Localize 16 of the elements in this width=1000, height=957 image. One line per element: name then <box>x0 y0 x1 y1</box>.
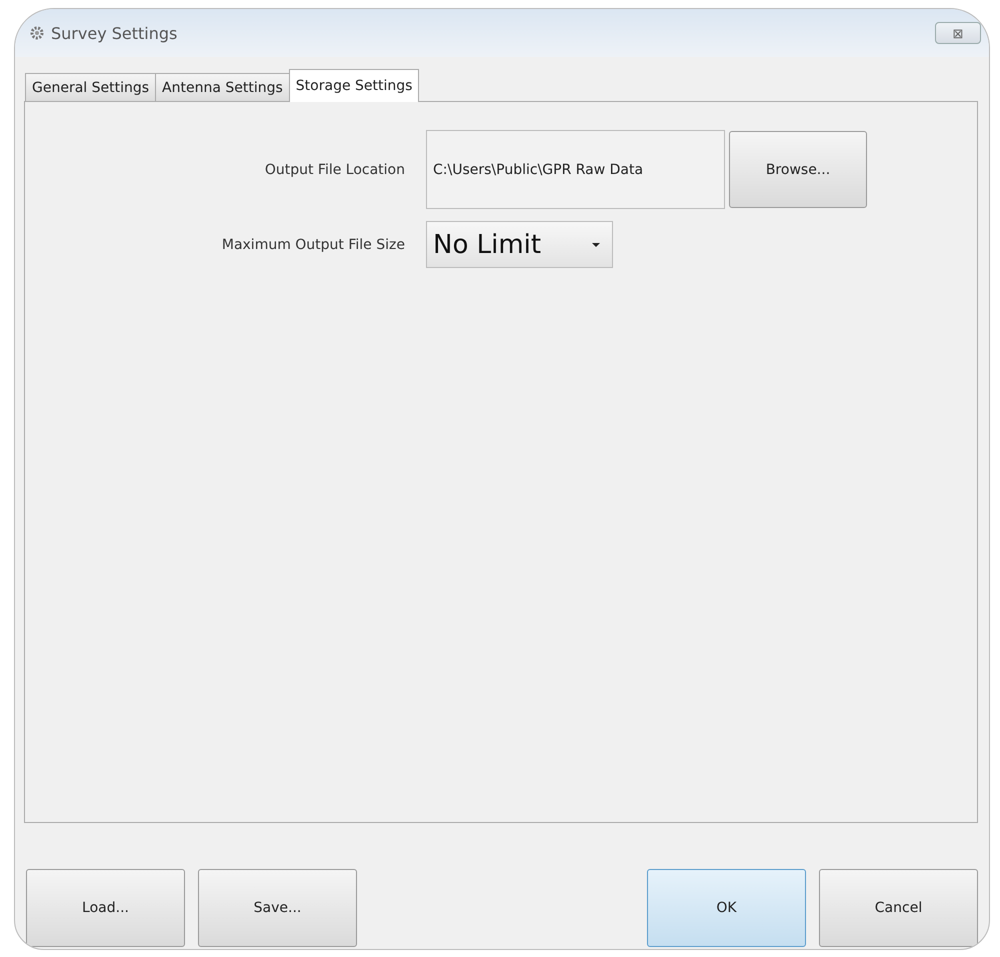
size-dropdown[interactable]: No Limit <box>426 221 613 268</box>
browse-button[interactable]: Browse... <box>729 131 867 208</box>
dialog-button[interactable]: Save... <box>198 869 357 947</box>
field-label: Maximum Output File Size <box>220 236 406 252</box>
dialog-button[interactable]: OK <box>647 869 806 947</box>
caret-icon <box>592 242 600 246</box>
path-field[interactable]: C:\Users\Public\GPR Raw Data <box>426 130 725 209</box>
dialog-button[interactable]: Load... <box>26 869 185 947</box>
tab[interactable]: Storage Settings <box>288 69 420 102</box>
dialog-button[interactable]: Cancel <box>819 869 978 947</box>
close-button[interactable]: ⊠ <box>935 22 981 44</box>
gear-icon <box>29 25 45 41</box>
field-label: Output File Location <box>264 162 406 178</box>
window-title: Survey Settings <box>51 24 178 42</box>
tab[interactable]: Antenna Settings <box>155 73 290 101</box>
tab[interactable]: General Settings <box>25 73 156 101</box>
